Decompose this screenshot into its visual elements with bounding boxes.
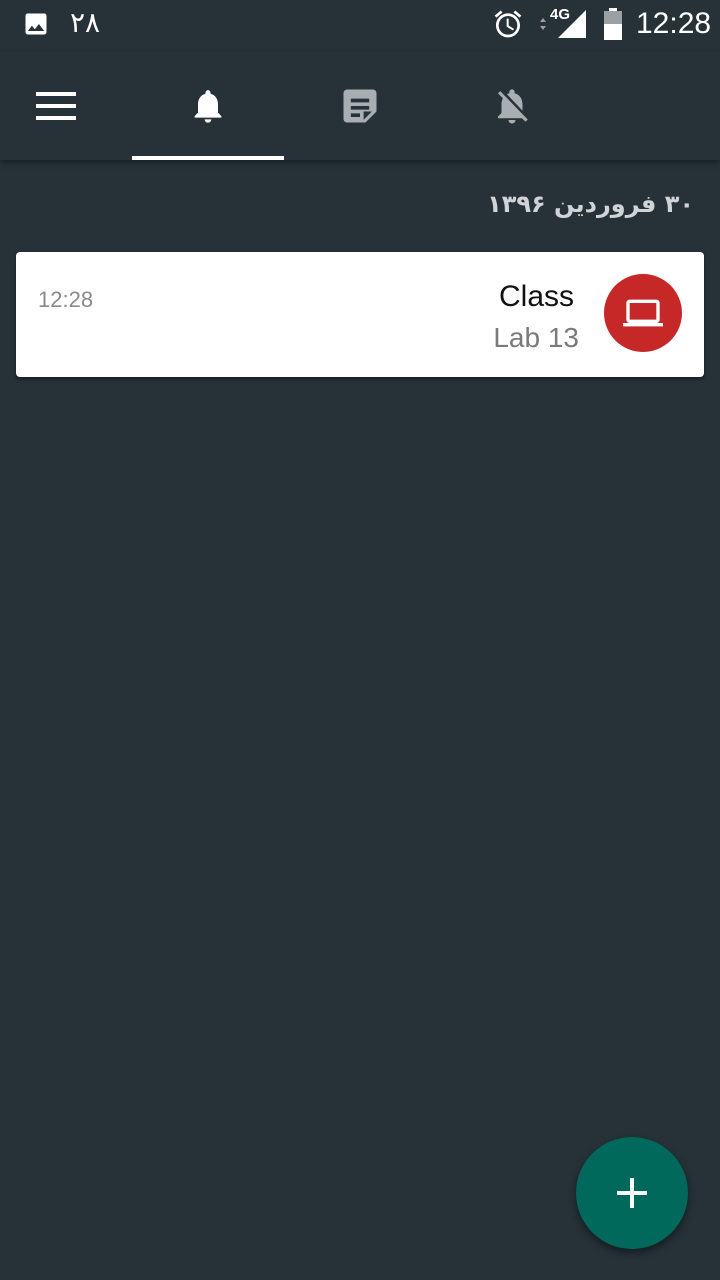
plus-icon: [617, 1178, 647, 1208]
image-icon: [25, 13, 47, 35]
alarm-icon: [494, 10, 522, 38]
status-bar: ۲۸ 4G 12:28: [0, 0, 720, 52]
date-header: ۳۰ فروردین ۱۳۹۶: [487, 190, 694, 218]
app-toolbar: [0, 52, 720, 160]
status-time: 12:28: [636, 7, 712, 40]
bell-off-icon: [498, 89, 528, 124]
menu-button[interactable]: [16, 52, 96, 160]
reminder-time: 12:28: [38, 287, 94, 312]
reminder-subtitle: Lab 13: [493, 322, 579, 353]
add-reminder-button[interactable]: [576, 1137, 688, 1249]
note-icon: [343, 89, 377, 123]
laptop-icon: [623, 299, 663, 327]
notification-count: ۲۸: [70, 6, 101, 39]
tab-indicator: [132, 156, 284, 160]
battery-icon: [604, 8, 622, 40]
reminder-title: Class: [498, 280, 574, 313]
network-type: 4G: [550, 6, 571, 23]
reminder-category-avatar: [604, 274, 682, 352]
tab-muted[interactable]: [436, 52, 588, 160]
tab-notes[interactable]: [284, 52, 436, 160]
tab-reminders[interactable]: [132, 52, 284, 160]
menu-icon: [36, 92, 76, 120]
bell-icon: [194, 90, 222, 123]
reminder-card[interactable]: 12:28 Class Lab 13: [16, 252, 704, 377]
